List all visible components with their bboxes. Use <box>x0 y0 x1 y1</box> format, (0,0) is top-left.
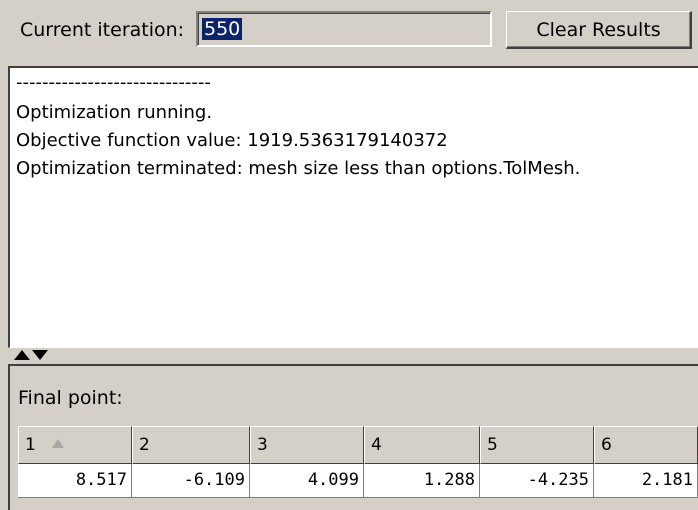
table-cell[interactable]: 8.517 <box>18 464 132 498</box>
current-iteration-label: Current iteration: <box>20 19 185 41</box>
current-iteration-value[interactable]: 550 <box>202 18 243 40</box>
table-cell[interactable]: 1.288 <box>364 464 480 498</box>
status-log[interactable]: ------------------------------ Optimizat… <box>8 66 698 348</box>
current-iteration-field[interactable]: 550 <box>196 11 492 47</box>
column-header-label: 2 <box>139 435 150 455</box>
column-header-2[interactable]: 2 <box>132 426 250 464</box>
optimization-results-panel: Current iteration: 550 Clear Results ---… <box>0 0 698 510</box>
log-separator: ------------------------------ <box>16 72 211 93</box>
table-cell[interactable]: 2.181 <box>594 464 698 498</box>
clear-results-button[interactable]: Clear Results <box>506 11 692 49</box>
column-header-label: 6 <box>601 435 612 455</box>
expand-up-icon[interactable] <box>14 350 30 360</box>
table-cell[interactable]: -4.235 <box>480 464 594 498</box>
column-header-label: 5 <box>487 435 498 455</box>
log-line-objective: Objective function value: 1919.536317914… <box>16 130 448 151</box>
pane-splitter[interactable] <box>8 348 698 362</box>
table-cell[interactable]: -6.109 <box>132 464 250 498</box>
column-header-1[interactable]: 1 <box>18 426 132 464</box>
column-header-4[interactable]: 4 <box>364 426 480 464</box>
column-header-label: 4 <box>371 435 382 455</box>
column-header-label: 1 <box>25 435 36 455</box>
table-cell[interactable]: 4.099 <box>250 464 364 498</box>
expand-down-icon[interactable] <box>32 350 48 360</box>
final-point-label: Final point: <box>18 387 123 409</box>
log-line-running: Optimization running. <box>16 102 213 123</box>
column-header-6[interactable]: 6 <box>594 426 698 464</box>
column-header-5[interactable]: 5 <box>480 426 594 464</box>
sort-ascending-icon <box>51 438 64 448</box>
column-header-3[interactable]: 3 <box>250 426 364 464</box>
column-header-label: 3 <box>257 435 268 455</box>
log-line-terminated: Optimization terminated: mesh size less … <box>16 158 581 179</box>
